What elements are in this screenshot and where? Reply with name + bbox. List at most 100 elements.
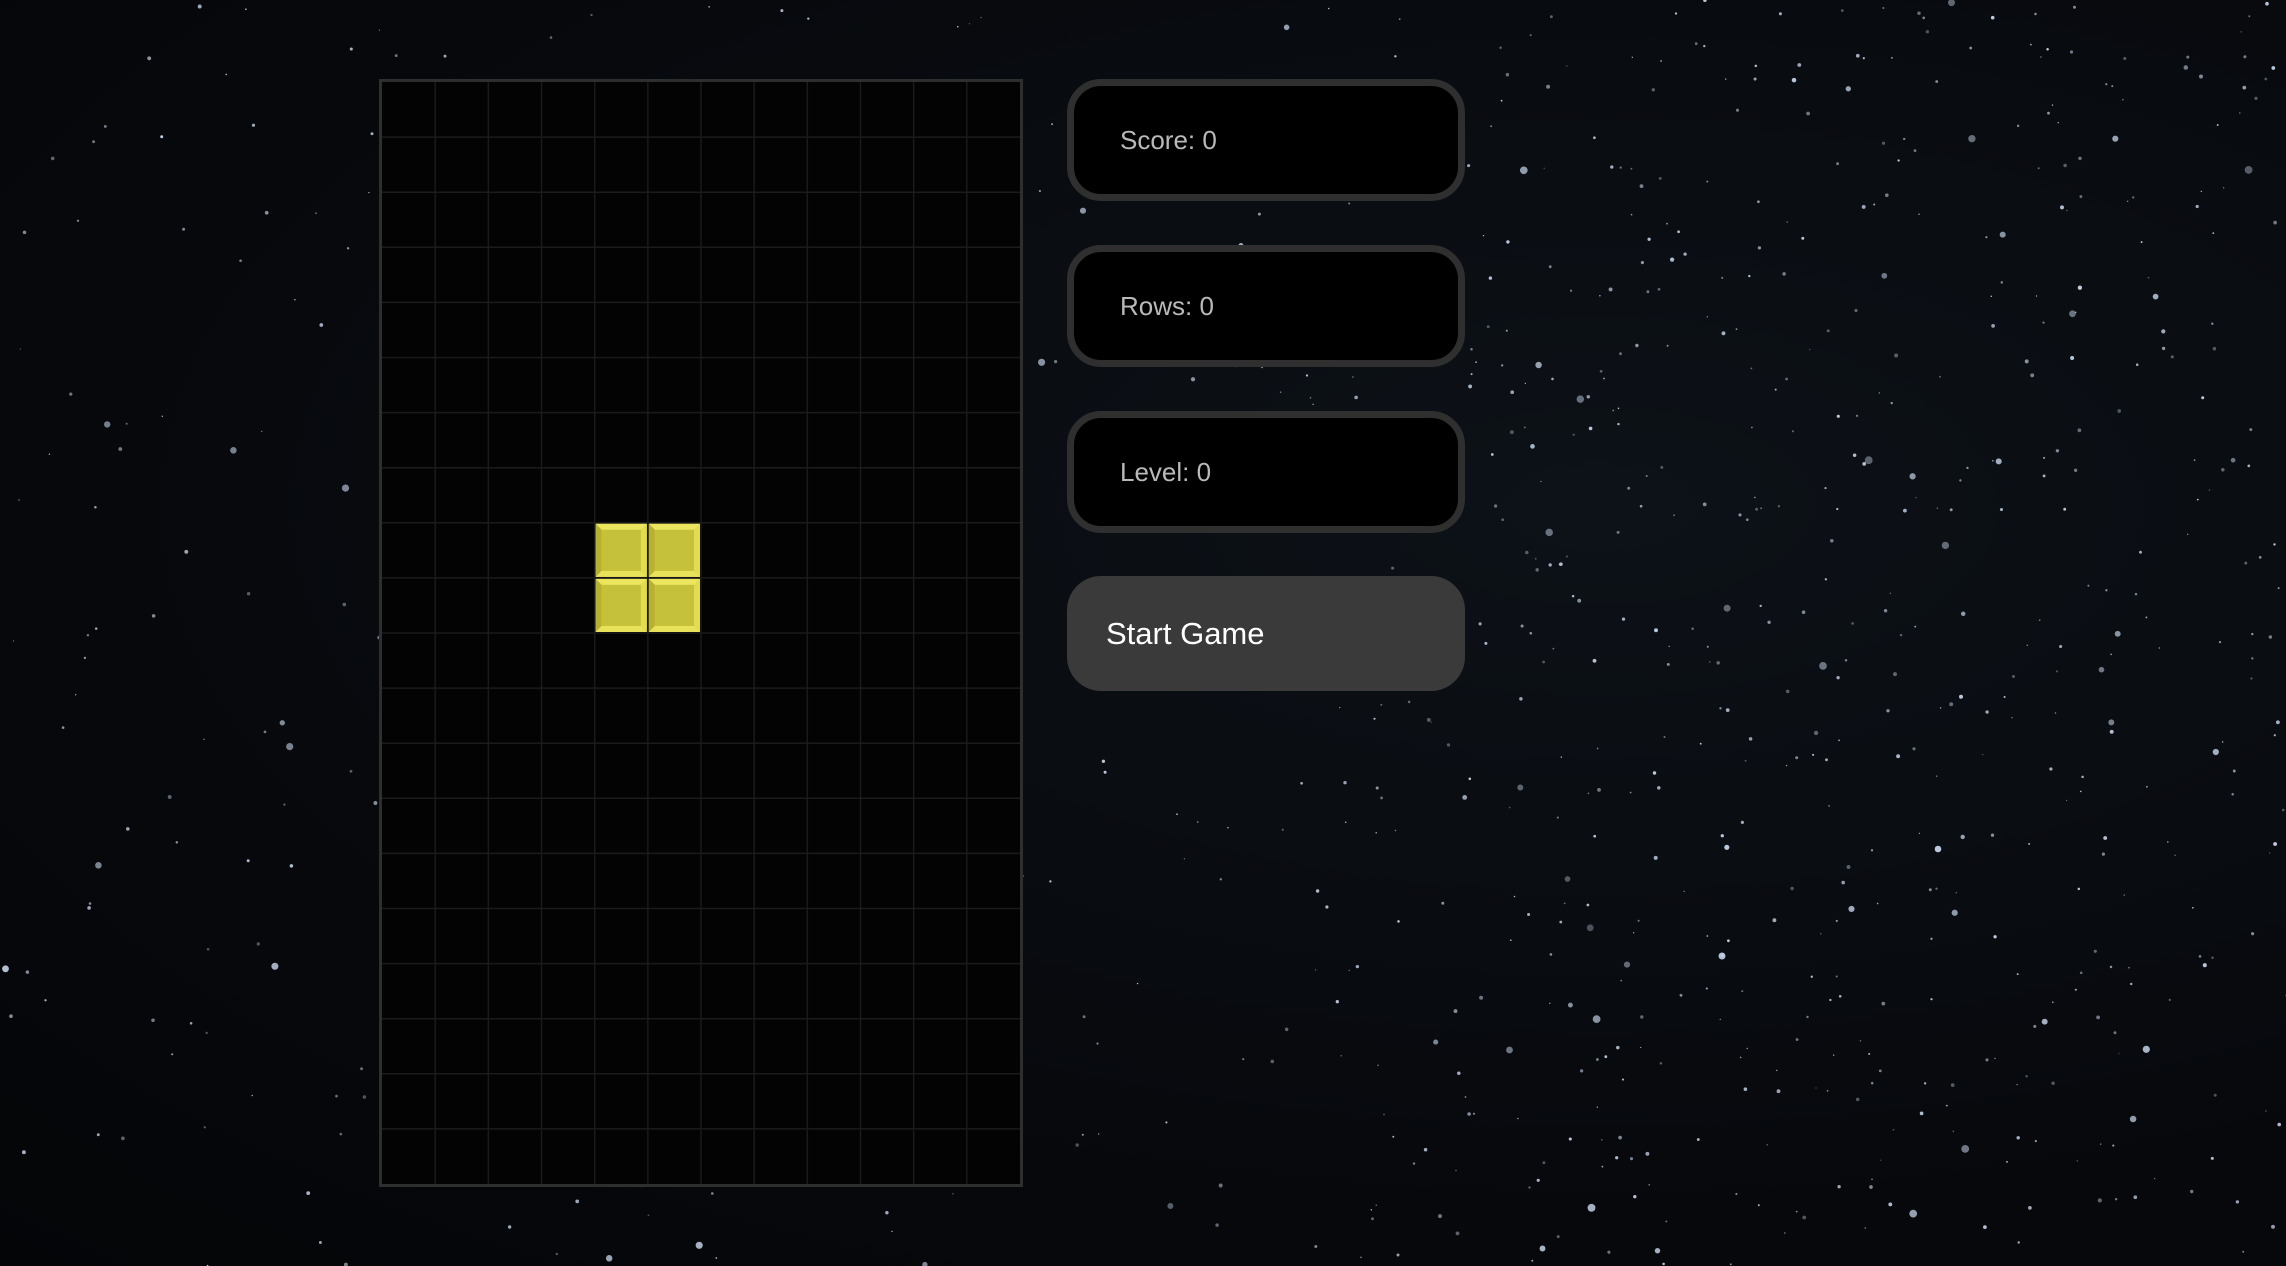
star: [1785, 689, 1790, 694]
star: [1869, 1185, 1873, 1189]
star: [1637, 919, 1640, 922]
star: [1870, 849, 1874, 852]
star: [96, 1133, 100, 1137]
star: [1991, 459, 1994, 462]
star: [980, 16, 982, 19]
star: [2110, 653, 2112, 656]
star: [339, 1132, 343, 1136]
star: [1371, 1217, 1374, 1221]
rows-panel: Rows: 0: [1067, 245, 1465, 367]
star: [2079, 790, 2082, 793]
star: [1505, 329, 1508, 332]
star: [1840, 9, 1844, 12]
star: [1552, 647, 1555, 650]
star: [1339, 706, 1341, 709]
star: [83, 656, 87, 660]
start-game-button[interactable]: Start Game: [1067, 576, 1465, 691]
star: [507, 1225, 512, 1229]
star: [1666, 662, 1670, 666]
star: [1571, 594, 1575, 598]
star: [1801, 236, 1805, 240]
game-board[interactable]: [379, 79, 1023, 1187]
star: [1878, 392, 1881, 394]
star: [2035, 295, 2038, 297]
star: [647, 1214, 650, 1217]
star: [1520, 624, 1524, 628]
star: [230, 447, 237, 454]
star: [1494, 504, 1498, 508]
star: [1740, 820, 1744, 824]
star: [1772, 918, 1777, 923]
star: [1426, 717, 1431, 722]
star: [92, 140, 96, 144]
star: [2208, 489, 2211, 491]
star: [1892, 1128, 1895, 1131]
star: [151, 1018, 155, 1023]
star: [1539, 1245, 1546, 1252]
star: [2211, 322, 2214, 325]
star: [1995, 458, 2002, 465]
star: [1783, 1232, 1786, 1234]
star: [2016, 973, 2019, 976]
star: [2114, 1197, 2118, 1201]
star: [189, 1021, 193, 1025]
star: [2112, 135, 2119, 142]
star: [1727, 939, 1730, 943]
star: [2268, 852, 2271, 854]
star: [2271, 1224, 2275, 1229]
star: [9, 1014, 13, 1018]
star: [167, 795, 172, 799]
star: [1486, 325, 1490, 329]
star: [294, 298, 296, 301]
star: [1079, 207, 1087, 214]
star: [286, 743, 294, 751]
star: [1517, 784, 1524, 791]
star: [1377, 1064, 1379, 1067]
star: [1961, 1144, 1970, 1153]
star: [1882, 6, 1885, 10]
star: [1617, 407, 1620, 410]
star: [1855, 414, 1859, 417]
star: [1751, 426, 1753, 429]
star: [1053, 359, 1058, 364]
star: [1527, 912, 1531, 917]
star: [1755, 507, 1759, 511]
star: [1354, 395, 1358, 400]
star: [1196, 821, 1199, 823]
star: [1630, 213, 1633, 216]
star: [2059, 644, 2063, 649]
star: [2066, 209, 2068, 212]
star: [147, 56, 152, 61]
star: [161, 415, 164, 418]
star: [2043, 456, 2046, 459]
star: [1813, 730, 1819, 736]
star: [2041, 1018, 2048, 1025]
star: [1859, 1040, 1862, 1042]
star: [2254, 96, 2258, 101]
star: [1314, 1245, 1318, 1248]
star: [1633, 1195, 1637, 1199]
star: [1776, 1069, 1778, 1072]
piece-block: [595, 578, 647, 632]
star: [2196, 498, 2199, 501]
star: [88, 902, 92, 905]
star: [2128, 966, 2130, 969]
star: [1806, 1015, 1809, 1019]
star: [2060, 205, 2064, 210]
star: [1529, 631, 1533, 635]
star: [708, 5, 711, 8]
star: [1785, 764, 1788, 767]
star: [75, 694, 77, 696]
star: [2030, 43, 2032, 46]
star: [1757, 200, 1760, 204]
star: [2087, 584, 2090, 587]
star: [2140, 241, 2143, 244]
star: [1820, 933, 1822, 935]
star: [2154, 1178, 2156, 1180]
star: [1851, 622, 1854, 625]
star: [1706, 645, 1709, 648]
star: [1812, 753, 1815, 756]
star: [1968, 135, 1976, 143]
star: [1846, 865, 1851, 869]
star: [1864, 1227, 1866, 1229]
